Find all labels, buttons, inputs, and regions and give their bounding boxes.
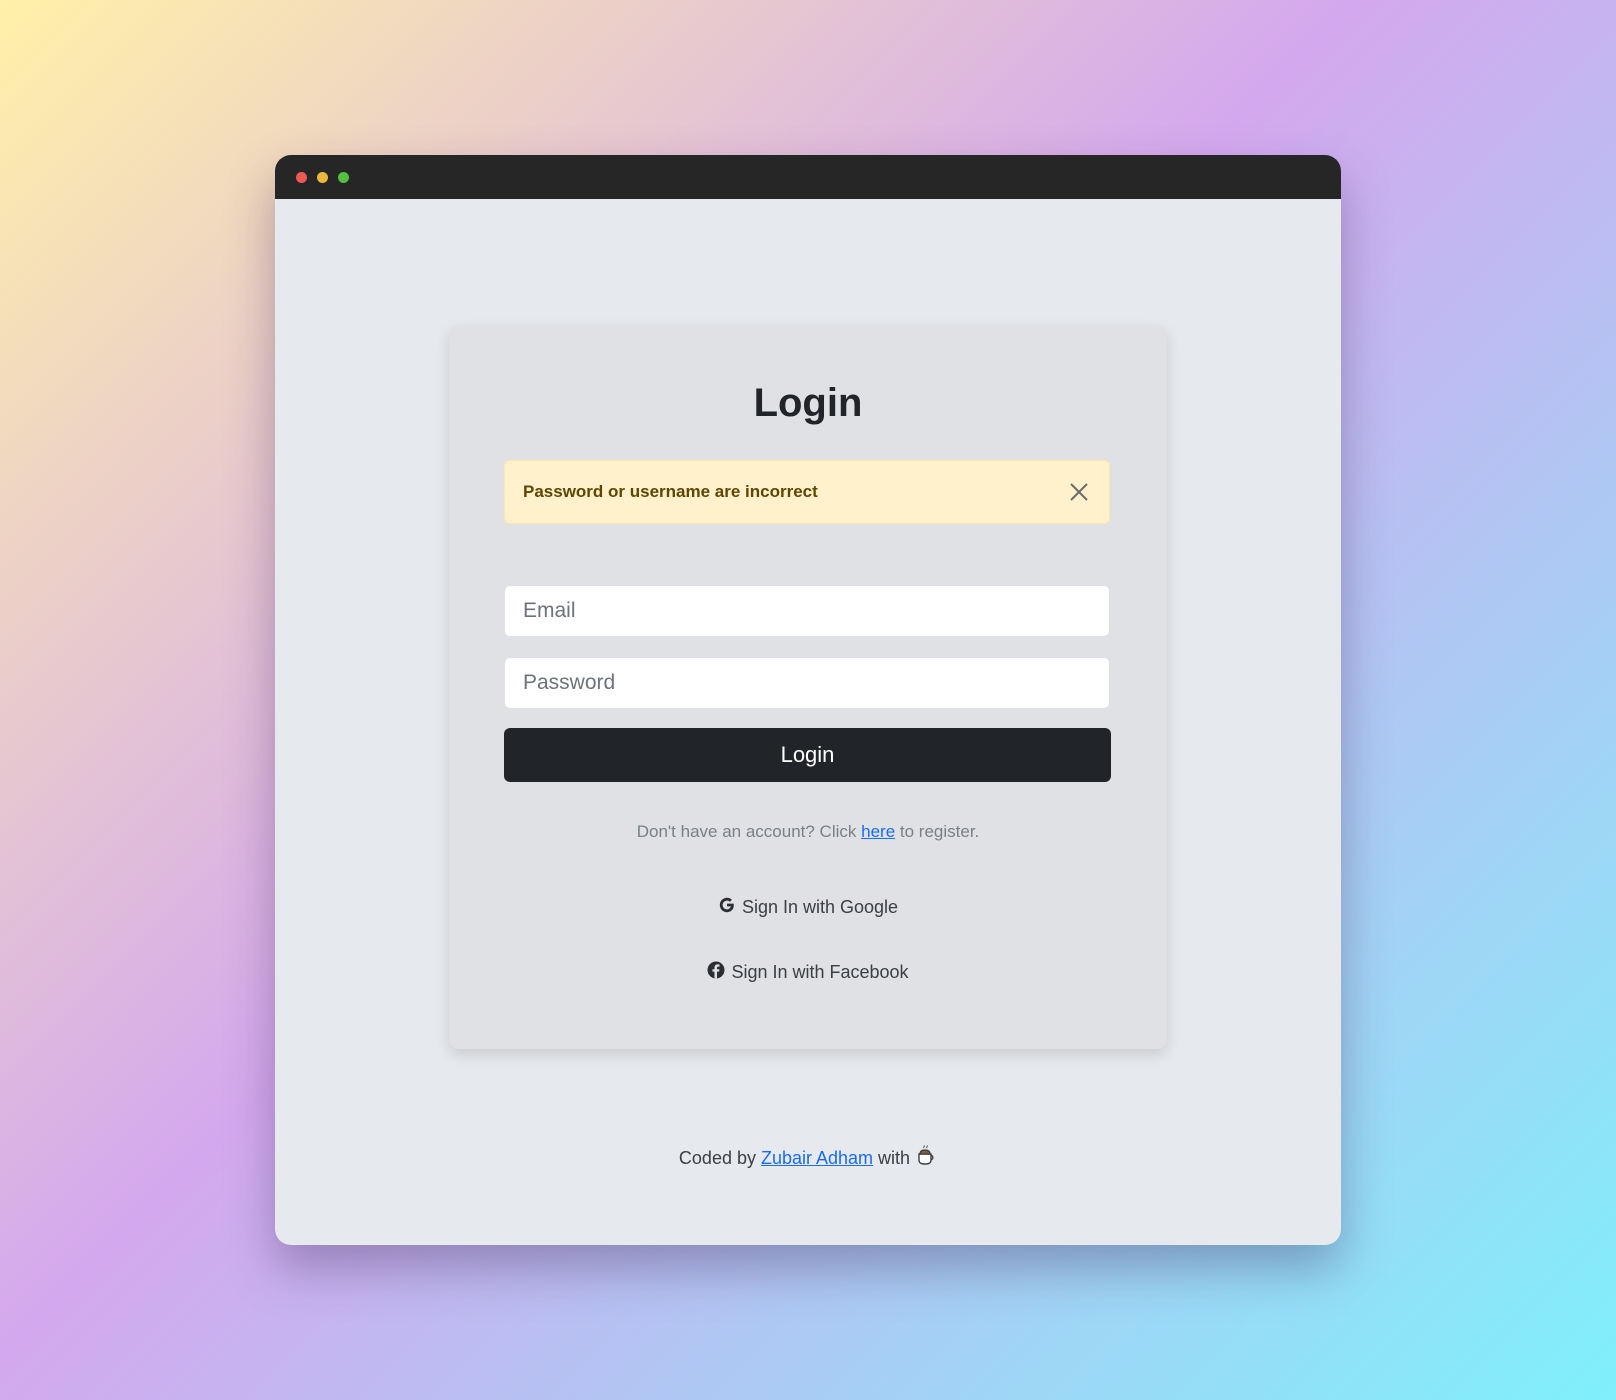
author-link[interactable]: Zubair Adham xyxy=(761,1148,873,1169)
footer-suffix: with xyxy=(878,1148,911,1168)
window-titlebar xyxy=(275,155,1341,199)
page-content: Login Password or username are incorrect… xyxy=(275,199,1341,1245)
facebook-icon xyxy=(707,961,725,984)
google-signin-label: Sign In with Google xyxy=(741,897,899,917)
facebook-signin-button[interactable]: Sign In with Facebook xyxy=(449,961,1167,984)
register-link[interactable]: here xyxy=(861,822,895,841)
facebook-signin-label: Sign In with Facebook xyxy=(731,962,909,982)
close-icon[interactable] xyxy=(1067,480,1091,504)
browser-window: Login Password or username are incorrect… xyxy=(275,155,1341,1245)
register-prompt: Don't have an account? Click here to reg… xyxy=(449,822,1167,842)
close-window-button[interactable] xyxy=(296,171,307,183)
login-button[interactable]: Login xyxy=(504,728,1111,782)
register-suffix: to register. xyxy=(899,822,980,841)
alert-message: Password or username are incorrect xyxy=(523,482,818,501)
footer-prefix: Coded by xyxy=(678,1148,756,1168)
page-title: Login xyxy=(753,381,863,425)
coffee-icon xyxy=(915,1145,937,1172)
maximize-window-button[interactable] xyxy=(338,171,349,183)
footer-credit: Coded by Zubair Adham with xyxy=(275,1145,1341,1172)
google-icon xyxy=(718,896,736,919)
google-signin-button[interactable]: Sign In with Google xyxy=(449,896,1167,919)
error-alert: Password or username are incorrect xyxy=(504,460,1110,524)
minimize-window-button[interactable] xyxy=(317,171,328,183)
login-card: Login Password or username are incorrect… xyxy=(449,325,1167,1049)
password-field[interactable] xyxy=(504,657,1110,709)
register-prefix: Don't have an account? Click xyxy=(636,822,857,841)
email-field[interactable] xyxy=(504,585,1110,637)
